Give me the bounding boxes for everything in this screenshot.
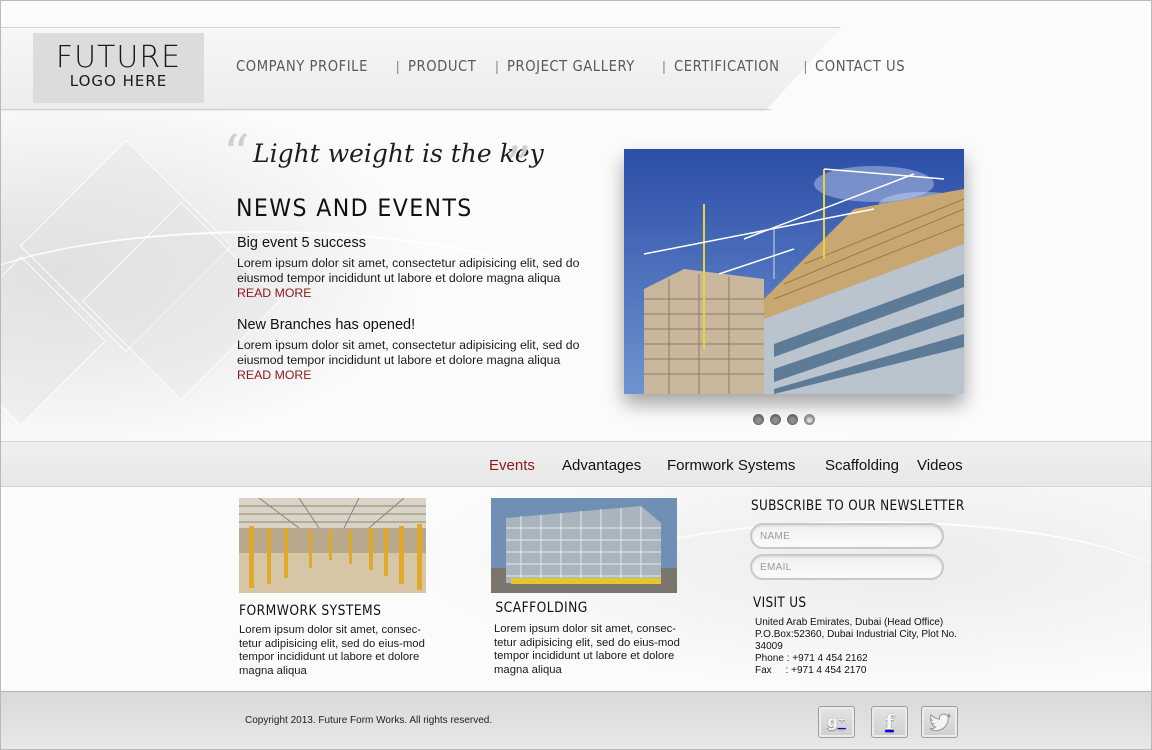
header-divider — [1, 109, 771, 110]
slider-dot-active[interactable] — [804, 414, 815, 425]
fax-number: Fax : +971 4 454 2170 — [755, 665, 867, 676]
card-body: Lorem ipsum dolor sit amet, consec-tetur… — [494, 623, 680, 676]
formwork-photo — [239, 498, 426, 593]
copyright-text: Copyright 2013. Future Form Works. All r… — [245, 715, 493, 726]
address-line: 34009 — [755, 641, 783, 652]
address-line: P.O.Box:52360, Dubai Industrial City, Pl… — [755, 629, 957, 640]
feature-card-scaffolding: SCAFFOLDING Lorem ipsum dolor sit amet, … — [491, 498, 691, 677]
twitter-bird-glyph — [928, 713, 951, 731]
subnav-scaffolding[interactable]: Scaffolding — [825, 457, 899, 474]
footer — [1, 691, 1151, 749]
logo-subtitle: LOGO HERE — [69, 72, 168, 90]
news-item-text: Lorem ipsum dolor sit amet, consectetur … — [237, 338, 580, 367]
hero-slide-image[interactable] — [624, 149, 964, 394]
google-plus-glyph: g⁺ — [827, 713, 846, 731]
address-line: United Arab Emirates, Dubai (Head Office… — [755, 617, 944, 628]
tagline-text: Light weight is the key — [253, 139, 544, 168]
open-quote-icon: “ — [223, 125, 250, 185]
read-more-link[interactable]: READ MORE — [237, 368, 311, 382]
news-item-title: Big event 5 success — [237, 235, 366, 251]
slider-dot[interactable] — [770, 414, 781, 425]
sub-nav: Events Advantages Formwork Systems Scaff… — [1, 457, 1151, 477]
news-heading: NEWS AND EVENTS — [236, 194, 473, 222]
subnav-formwork-systems[interactable]: Formwork Systems — [667, 457, 795, 474]
subnav-advantages[interactable]: Advantages — [562, 457, 641, 474]
contact-address: United Arab Emirates, Dubai (Head Office… — [755, 617, 985, 677]
google-plus-icon[interactable]: g⁺ — [818, 706, 855, 738]
page-frame: FUTURE LOGO HERE COMPANY PROFILE | PRODU… — [0, 0, 1152, 750]
phone-number: Phone : +971 4 454 2162 — [755, 653, 868, 664]
newsletter-title: SUBSCRIBE TO OUR NEWSLETTER — [751, 498, 965, 514]
news-item: New Branches has opened! Lorem ipsum dol… — [237, 317, 587, 383]
formwork-image[interactable] — [239, 498, 426, 593]
construction-photo — [624, 149, 964, 394]
nav-contact-us[interactable]: CONTACT US — [808, 57, 912, 75]
facebook-glyph: f — [885, 710, 894, 734]
nav-certification[interactable]: CERTIFICATION — [667, 57, 787, 75]
newsletter-name-input[interactable] — [750, 523, 944, 549]
card-title: SCAFFOLDING — [495, 600, 588, 616]
tagline: “ Light weight is the key ” — [223, 129, 544, 193]
card-body: Lorem ipsum dolor sit amet, consec-tetur… — [239, 624, 425, 677]
scaffolding-photo — [491, 498, 677, 593]
nav-separator: | — [803, 58, 808, 74]
newsletter-email-input[interactable] — [750, 554, 944, 580]
news-item-text: Lorem ipsum dolor sit amet, consectetur … — [237, 256, 580, 285]
news-item-body: Lorem ipsum dolor sit amet, consectetur … — [237, 338, 587, 383]
read-more-link[interactable]: READ MORE — [237, 286, 311, 300]
news-item-body: Lorem ipsum dolor sit amet, consectetur … — [237, 256, 587, 301]
slider-dot[interactable] — [753, 414, 764, 425]
main-nav: COMPANY PROFILE | PRODUCT | PROJECT GALL… — [229, 57, 927, 75]
nav-project-gallery[interactable]: PROJECT GALLERY — [500, 57, 642, 75]
feature-card-formwork: FORMWORK SYSTEMS Lorem ipsum dolor sit a… — [239, 498, 439, 678]
card-title: FORMWORK SYSTEMS — [239, 603, 382, 619]
news-item-title: New Branches has opened! — [237, 317, 416, 333]
news-item: Big event 5 success Lorem ipsum dolor si… — [237, 235, 587, 301]
nav-separator: | — [395, 58, 400, 74]
nav-company-profile[interactable]: COMPANY PROFILE — [229, 57, 375, 75]
facebook-icon[interactable]: f — [871, 706, 908, 738]
slider-dots — [753, 414, 815, 425]
visit-us-title: VISIT US — [753, 595, 807, 611]
twitter-icon[interactable] — [921, 706, 958, 738]
nav-product[interactable]: PRODUCT — [401, 57, 483, 75]
logo[interactable]: FUTURE LOGO HERE — [33, 33, 204, 103]
close-quote-icon: ” — [505, 137, 532, 197]
slider-dot[interactable] — [787, 414, 798, 425]
scaffolding-image[interactable] — [491, 498, 677, 593]
subnav-events[interactable]: Events — [489, 457, 535, 474]
logo-title: FUTURE — [55, 40, 182, 75]
nav-separator: | — [662, 58, 666, 74]
subnav-videos[interactable]: Videos — [917, 457, 963, 474]
nav-separator: | — [495, 58, 499, 74]
